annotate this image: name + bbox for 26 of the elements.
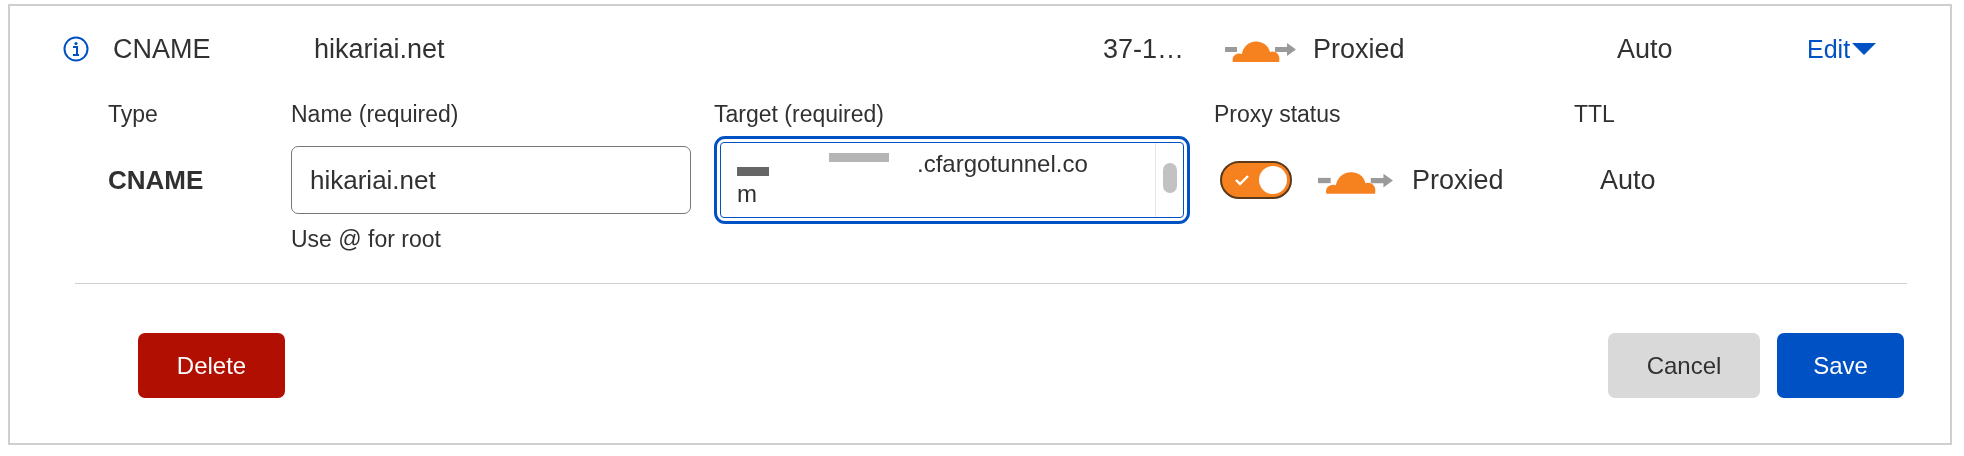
type-value: CNAME xyxy=(108,164,204,196)
scrollbar-thumb[interactable] xyxy=(1162,163,1177,193)
cancel-button[interactable]: Cancel xyxy=(1608,333,1760,398)
field-label: Name (required) xyxy=(291,101,459,128)
record-content: 37-1… xyxy=(1103,33,1185,64)
save-button[interactable]: Save xyxy=(1777,333,1904,398)
redaction-mark xyxy=(737,167,769,176)
proxy-status: Proxied xyxy=(1313,33,1405,65)
redaction-mark xyxy=(829,153,889,162)
field-label: Type xyxy=(108,101,158,128)
field-hint: Use @ for root xyxy=(291,226,441,253)
record-name: hikariai.net xyxy=(314,33,445,64)
record-type: CNAME xyxy=(113,33,211,64)
input-field[interactable]: hikariai.net xyxy=(291,146,691,214)
field-label: Target (required) xyxy=(714,101,885,128)
field-label: Proxy status xyxy=(1214,101,1341,128)
caret-icon[interactable] xyxy=(1852,42,1877,56)
field-label: TTL xyxy=(1574,101,1615,128)
proxy-status: Proxied xyxy=(1412,164,1504,196)
delete-button[interactable]: Delete xyxy=(138,333,285,398)
ttl-value: Auto xyxy=(1600,164,1656,196)
record-ttl: Auto xyxy=(1617,33,1673,64)
input-field[interactable]: .cfargotunnel.co m xyxy=(714,136,1190,224)
edit-link[interactable]: Edit xyxy=(1807,34,1851,64)
toggle-switch[interactable] xyxy=(1220,161,1292,199)
info-icon[interactable] xyxy=(63,36,89,62)
